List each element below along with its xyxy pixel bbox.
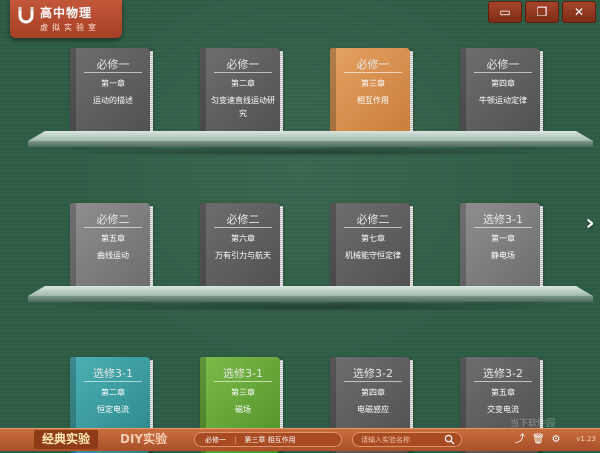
book-ch5[interactable]: 必修二 第五章 曲线运动: [70, 203, 153, 299]
share-icon[interactable]: ⤴: [514, 434, 526, 446]
book-ch2[interactable]: 必修一 第二章 匀变速直线运动研究: [200, 48, 283, 144]
book-ch4[interactable]: 必修一 第四章 牛顿运动定律: [460, 48, 543, 144]
book-series: 必修一: [226, 58, 260, 71]
shelf-surface: [28, 131, 593, 141]
book-chapter: 第一章: [491, 234, 515, 243]
book-series: 选修3-2: [353, 367, 393, 380]
book-title: 恒定电流: [97, 405, 129, 414]
book-divider: [474, 227, 532, 228]
book-chapter: 第二章: [231, 79, 255, 88]
book-title: 静电场: [491, 251, 515, 260]
book-chapter: 第三章: [361, 79, 385, 88]
search-icon[interactable]: [444, 434, 455, 445]
window-controls: ▭ ❐ ✕: [488, 1, 596, 23]
maximize-button[interactable]: ❐: [525, 1, 559, 23]
book-divider: [84, 381, 142, 382]
restore-icon: ❐: [536, 5, 548, 19]
book-divider: [474, 72, 532, 73]
tab-classic-experiments[interactable]: 经典实验: [34, 430, 99, 449]
magnet-logo-icon: [18, 7, 34, 24]
book-ch1[interactable]: 必修一 第一章 运动的描述: [70, 48, 153, 144]
book-chapter: 第二章: [101, 388, 125, 397]
book-chapter: 第五章: [101, 234, 125, 243]
book-series: 选修3-2: [483, 367, 523, 380]
book-divider: [84, 227, 142, 228]
book-divider: [344, 227, 402, 228]
book-title: 交变电流: [487, 405, 519, 414]
breadcrumb-separator: |: [234, 436, 237, 444]
book-chapter: 第五章: [491, 388, 515, 397]
bookshelf-2: [28, 286, 593, 312]
book-title: 万有引力与航天: [215, 251, 271, 260]
book-title: 匀变速直线运动研究: [211, 96, 275, 118]
app-logo: 高中物理 虚拟实验室: [10, 0, 122, 38]
app-subtitle: 虚拟实验室: [40, 23, 100, 32]
version-label: v1.23: [576, 435, 596, 443]
bookshelf-1: [28, 131, 593, 157]
book-title: 机械能守恒定律: [345, 251, 401, 260]
book-title: 曲线运动: [97, 251, 129, 260]
book-chapter: 第四章: [361, 388, 385, 397]
app-title: 高中物理: [40, 6, 93, 20]
close-button[interactable]: ✕: [562, 1, 596, 23]
chevron-right-icon: ›: [585, 211, 595, 236]
book-divider: [84, 72, 142, 73]
book-chapter: 第一章: [101, 79, 125, 88]
book-series: 必修二: [96, 213, 130, 226]
book-divider: [214, 381, 272, 382]
book-series: 选修3-1: [483, 213, 523, 226]
book-title: 磁场: [235, 405, 251, 414]
book-series: 必修一: [486, 58, 520, 71]
shelf-surface: [28, 286, 593, 296]
shelf-shadow: [38, 302, 583, 312]
book-title: 相互作用: [357, 96, 389, 105]
minimize-icon: ▭: [499, 5, 511, 19]
breadcrumb[interactable]: 必修一 | 第三章 相互作用: [194, 432, 342, 447]
book-series: 必修二: [356, 213, 390, 226]
minimize-button[interactable]: ▭: [488, 1, 522, 23]
gear-icon[interactable]: ⚙: [550, 434, 562, 446]
next-page-button[interactable]: ›: [582, 210, 598, 238]
book-title: 牛顿运动定律: [479, 96, 527, 105]
book-divider: [344, 381, 402, 382]
search-input[interactable]: [361, 434, 441, 445]
shelf-shadow: [38, 147, 583, 157]
book-title: 电磁感应: [357, 405, 389, 414]
book-chapter: 第六章: [231, 234, 255, 243]
bottom-toolbar: 经典实验 DIY实验 必修一 | 第三章 相互作用 ⤴ 🗑 ⚙ v1.23: [0, 428, 600, 451]
book-ch6[interactable]: 必修二 第六章 万有引力与航天: [200, 203, 283, 299]
book-chapter: 第七章: [361, 234, 385, 243]
book-title: 运动的描述: [93, 96, 133, 105]
book-series: 必修一: [356, 58, 390, 71]
close-icon: ✕: [573, 5, 585, 19]
tab-diy-experiments[interactable]: DIY实验: [112, 430, 175, 449]
book-elective-ch1[interactable]: 选修3-1 第一章 静电场: [460, 203, 543, 299]
book-ch7[interactable]: 必修二 第七章 机械能守恒定律: [330, 203, 413, 299]
book-series: 选修3-1: [93, 367, 133, 380]
book-series: 必修二: [226, 213, 260, 226]
book-series: 必修一: [96, 58, 130, 71]
book-chapter: 第四章: [491, 79, 515, 88]
book-ch3-selected[interactable]: 必修一 第三章 相互作用: [330, 48, 413, 144]
book-divider: [344, 72, 402, 73]
book-divider: [214, 227, 272, 228]
book-divider: [214, 72, 272, 73]
book-series: 选修3-1: [223, 367, 263, 380]
breadcrumb-chapter[interactable]: 第三章 相互作用: [244, 433, 295, 446]
search-box: [352, 432, 462, 447]
book-chapter: 第三章: [231, 388, 255, 397]
breadcrumb-book[interactable]: 必修一: [205, 433, 226, 446]
book-divider: [474, 381, 532, 382]
trash-icon[interactable]: 🗑: [532, 434, 545, 446]
